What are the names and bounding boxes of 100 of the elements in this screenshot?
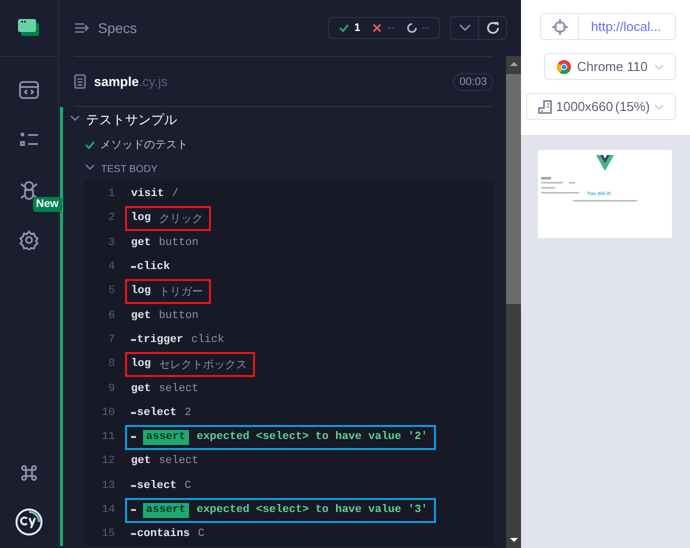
spinner-icon bbox=[406, 23, 417, 33]
command-message: button bbox=[158, 310, 198, 322]
command-name: contains bbox=[137, 528, 190, 540]
line-number: 3 bbox=[107, 236, 116, 249]
command-entry[interactable]: visit / bbox=[125, 182, 187, 207]
command-message: expected <select> to have value '2' bbox=[196, 431, 428, 444]
check-icon bbox=[339, 23, 350, 33]
vue-logo-icon bbox=[596, 155, 614, 171]
command-message: expected <select> to have value '3' bbox=[196, 504, 428, 516]
browser-logo-icon bbox=[557, 60, 571, 74]
preview-text-line-icon bbox=[573, 200, 637, 202]
command-entry[interactable]: log クリック bbox=[125, 206, 211, 231]
line-number: 7 bbox=[107, 334, 116, 346]
line-number: 15 bbox=[100, 528, 116, 540]
command-name: log bbox=[131, 358, 151, 370]
line-number: 1 bbox=[107, 188, 116, 200]
command-key-icon[interactable] bbox=[20, 464, 38, 482]
scrollbar[interactable] bbox=[506, 56, 521, 548]
command-message: C bbox=[184, 480, 192, 492]
command-entry[interactable]: assert expected <select> to have value '3' bbox=[125, 498, 436, 523]
command-entry[interactable]: contains C bbox=[125, 522, 212, 547]
command-name: click bbox=[137, 261, 170, 274]
command-entry[interactable]: get button bbox=[125, 303, 206, 328]
command-name: get bbox=[131, 382, 151, 395]
command-entry[interactable]: click bbox=[125, 254, 178, 280]
child-dash-icon bbox=[131, 412, 136, 414]
settings-icon[interactable] bbox=[19, 230, 39, 250]
scrollbar-thumb[interactable] bbox=[506, 74, 521, 304]
command-message: クリック bbox=[158, 212, 203, 226]
command-message: select bbox=[158, 382, 198, 395]
line-number: 9 bbox=[107, 382, 116, 395]
line-number: 14 bbox=[100, 504, 116, 516]
command-name: select bbox=[137, 480, 177, 492]
line-number: 6 bbox=[107, 310, 116, 322]
line-number: 13 bbox=[100, 480, 116, 492]
browser-code-icon[interactable] bbox=[19, 81, 39, 99]
command-entry[interactable]: trigger click bbox=[125, 327, 232, 352]
viewport-dropdown[interactable]: 1000x660(15%) bbox=[526, 93, 676, 120]
suite-title[interactable]: テストサンプル bbox=[86, 110, 177, 128]
browser-dropdown[interactable]: Chrome 110 bbox=[544, 53, 676, 80]
child-dash-icon bbox=[131, 266, 136, 268]
line-number: 2 bbox=[107, 212, 116, 224]
specs-title: Specs bbox=[98, 20, 137, 36]
command-entry[interactable]: select C bbox=[125, 473, 200, 498]
command-entry[interactable]: get button bbox=[125, 230, 206, 256]
assert-badge: assert bbox=[143, 430, 189, 445]
command-name: get bbox=[131, 236, 151, 249]
chevron-down-icon bbox=[654, 64, 664, 70]
spec-file-name: sample.cy.js bbox=[94, 74, 168, 89]
line-number: 10 bbox=[100, 406, 116, 419]
ruler-icon bbox=[538, 100, 552, 114]
url-text: http://local... bbox=[590, 19, 662, 34]
command-name: trigger bbox=[137, 334, 184, 346]
url-bar[interactable]: http://local... bbox=[540, 13, 676, 40]
command-entry[interactable]: log セレクトボックス bbox=[125, 352, 255, 377]
failed-count: -- bbox=[387, 22, 395, 34]
line-number: 12 bbox=[100, 455, 116, 468]
command-name: log bbox=[131, 285, 151, 298]
close-icon bbox=[372, 23, 382, 33]
command-entry[interactable]: get select bbox=[125, 448, 206, 474]
command-message: button bbox=[158, 236, 198, 249]
new-badge: New bbox=[33, 197, 62, 212]
command-message: 2 bbox=[184, 406, 192, 419]
test-body-label[interactable]: TEST BODY bbox=[101, 164, 158, 174]
command-entry[interactable]: assert expected <select> to have value '2' bbox=[125, 424, 436, 450]
cypress-logo-icon[interactable] bbox=[15, 508, 43, 536]
command-name: visit bbox=[131, 188, 164, 200]
command-message: C bbox=[198, 528, 204, 540]
command-message: select bbox=[158, 455, 198, 468]
line-number: 8 bbox=[107, 358, 116, 370]
command-name: log bbox=[131, 212, 151, 224]
bug-icon[interactable] bbox=[19, 180, 39, 200]
passed-count: 1 bbox=[354, 22, 360, 34]
command-message: click bbox=[191, 334, 224, 346]
child-dash-icon bbox=[131, 509, 136, 512]
duration-pill: 00:03 bbox=[453, 72, 493, 90]
command-message: セレクトボックス bbox=[158, 358, 247, 372]
child-dash-icon bbox=[131, 436, 136, 438]
line-number: 11 bbox=[100, 431, 116, 444]
line-number: 5 bbox=[107, 285, 116, 298]
command-name: select bbox=[137, 406, 177, 419]
command-name: get bbox=[131, 455, 151, 468]
command-name: get bbox=[131, 310, 151, 322]
test-title[interactable]: メソッドのテスト bbox=[100, 137, 188, 152]
child-dash-icon bbox=[131, 338, 136, 341]
pending-count: -- bbox=[422, 22, 429, 34]
line-number: 4 bbox=[107, 261, 116, 274]
list-icon[interactable] bbox=[19, 131, 39, 149]
assert-badge: assert bbox=[143, 502, 189, 518]
app-logo-icon[interactable] bbox=[18, 19, 40, 37]
command-message: / bbox=[172, 188, 179, 200]
command-message: トリガー bbox=[158, 286, 203, 299]
command-entry[interactable]: select 2 bbox=[125, 400, 200, 426]
document-icon bbox=[74, 74, 86, 89]
child-dash-icon bbox=[131, 484, 136, 487]
specs-list-icon[interactable] bbox=[74, 22, 90, 34]
chevron-down-icon bbox=[654, 104, 664, 110]
command-entry[interactable]: get select bbox=[125, 376, 206, 402]
child-dash-icon bbox=[131, 533, 136, 536]
command-entry[interactable]: log トリガー bbox=[125, 278, 211, 304]
